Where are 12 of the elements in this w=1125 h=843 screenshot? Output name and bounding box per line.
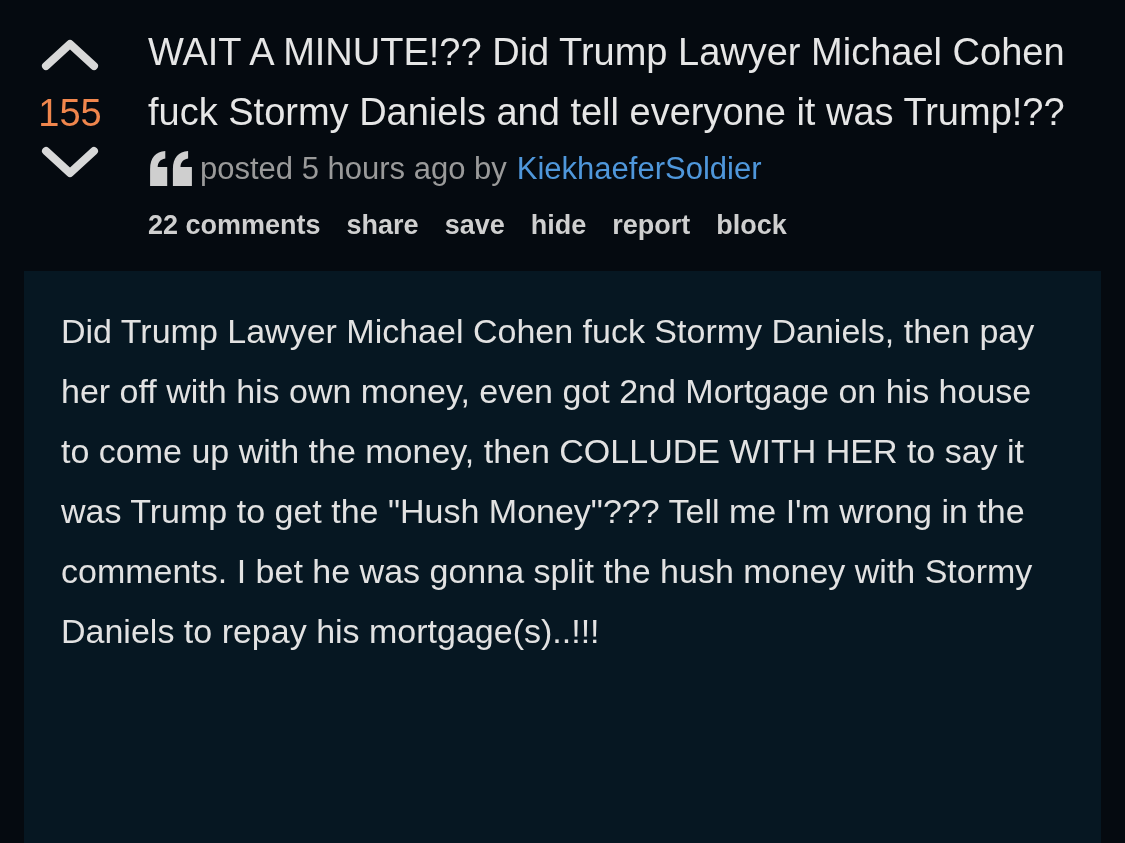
post-body: Did Trump Lawyer Michael Cohen fuck Stormy Daniels, then pay her off with his own money, even got 2nd Mortgage on his house to come up with the money, then COLLUDE WITH HER to say it was Trump to get the "Hush Money"??? Tell me I'm wrong in the comments. I bet he was gonna split the hush money with Stormy Daniels to repay his mortgage(s)..!!! xyxy=(61,311,1036,652)
action-link[interactable]: block xyxy=(716,210,787,241)
quote-icon xyxy=(148,150,194,188)
action-link[interactable]: share xyxy=(346,210,419,241)
author-link[interactable]: KiekhaeferSoldier xyxy=(516,151,762,187)
action-link[interactable]: 22 comments xyxy=(148,210,321,241)
post-title[interactable]: WAIT A MINUTE!?? Did Trump Lawyer Michael Cohen fuck Stormy Daniels and tell everyone it was Trump!?? xyxy=(148,22,1088,142)
posted-time: posted 5 hours ago by xyxy=(200,151,507,187)
score: 155 xyxy=(38,92,102,135)
action-link[interactable]: hide xyxy=(530,210,587,241)
action-link[interactable]: save xyxy=(444,210,505,241)
action-link[interactable]: report xyxy=(612,210,691,241)
